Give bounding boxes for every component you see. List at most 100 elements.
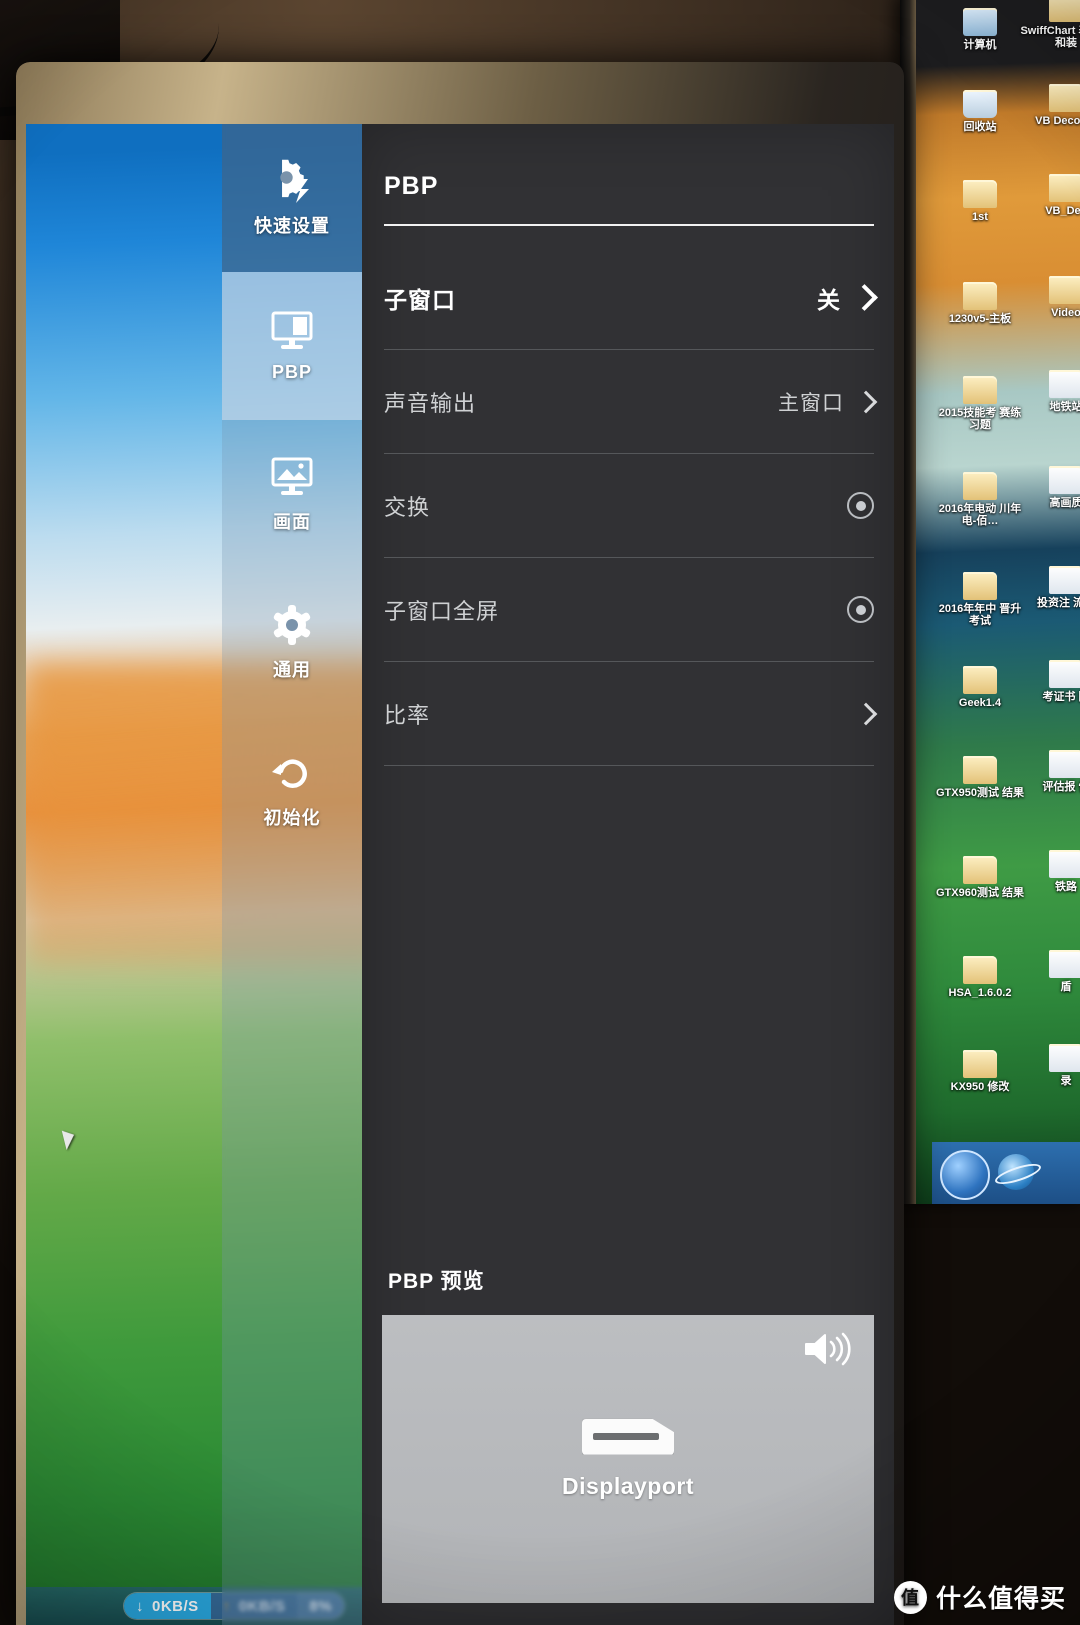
desktop-icon[interactable]: 高画质 <box>1020 466 1080 509</box>
chevron-right-icon[interactable] <box>851 284 878 311</box>
osd-row[interactable]: 交换 <box>384 454 874 558</box>
preview-source-label: Displayport <box>561 1472 695 1499</box>
desktop-icon-label: 考证书 图 <box>1042 691 1080 703</box>
desktop-icon[interactable]: 地铁站 <box>1020 370 1080 413</box>
desktop-icon[interactable]: 2016年年中 晋升考试 <box>934 572 1026 627</box>
folder-icon <box>963 756 997 784</box>
desktop-icon-label: 计算机 <box>963 39 997 51</box>
gear-bolt-icon <box>268 159 316 203</box>
sidebar-item-label: PBP <box>271 362 312 382</box>
sidebar-item-picture[interactable]: 画面 <box>222 420 362 568</box>
osd-row[interactable]: 子窗口 关 <box>384 246 878 350</box>
preview-label: PBP 预览 <box>388 1270 485 1293</box>
doc-icon <box>1049 660 1080 688</box>
osd-menu[interactable]: 快速设置 PBP 画面 通用 初始化 PBP 子窗口 关 声音输出 主窗口 交换… <box>222 124 894 1625</box>
internet-explorer-icon[interactable] <box>998 1154 1034 1190</box>
folder-icon <box>963 856 997 884</box>
desktop-icon-label: HSA_1.6.0.2 <box>948 987 1012 999</box>
desktop-icon[interactable]: 铁路 <box>1020 850 1080 893</box>
desktop-icon[interactable]: 盾 <box>1020 950 1080 993</box>
osd-row-control[interactable] <box>847 492 874 519</box>
secondary-monitor: 计算机 SwiffChart 表制作和装回收站 VB Decomp 1st VB_Dec… <box>900 0 1080 1204</box>
osd-row-label: 子窗口全屏 <box>384 598 500 624</box>
pc-icon <box>963 8 997 36</box>
osd-row-label: 声音输出 <box>384 390 477 416</box>
desktop-icon-label: 铁路 <box>1055 881 1077 893</box>
chevron-right-icon[interactable] <box>854 390 878 413</box>
desktop-icon[interactable]: 投资注 流言 <box>1020 566 1080 609</box>
desktop-icon-label: 录 <box>1060 1075 1072 1087</box>
start-orb-icon[interactable] <box>940 1150 990 1200</box>
watermark-badge-icon: 值 <box>893 1580 927 1614</box>
desktop-icon[interactable]: 2016年电动 川年电-佰… <box>934 472 1026 527</box>
sidebar-item-pbp[interactable]: PBP <box>222 272 362 420</box>
osd-row-control[interactable] <box>854 702 878 725</box>
desktop-icon-label: 2016年年中 晋升考试 <box>938 603 1022 627</box>
desktop-icon[interactable]: Video <box>1020 276 1080 319</box>
osd-row[interactable]: 子窗口全屏 <box>384 558 874 662</box>
folder-icon <box>963 282 997 310</box>
osd-row-control[interactable]: 关 <box>817 281 878 315</box>
desktop-icon-label: 地铁站 <box>1049 401 1080 413</box>
folder-icon <box>1049 84 1080 112</box>
download-speed-segment[interactable]: ↓ 0KB/S <box>124 1593 211 1619</box>
watermark-text: 什么值得买 <box>935 1585 1066 1613</box>
sidebar-item-quick-settings[interactable]: 快速设置 <box>222 124 362 272</box>
desktop-icon[interactable]: 计算机 <box>934 8 1026 51</box>
osd-row-control[interactable]: 主窗口 <box>778 387 878 417</box>
desktop-icon[interactable]: 评估报 告 <box>1020 750 1080 793</box>
desktop-icon-label: 2016年电动 川年电-佰… <box>938 503 1022 527</box>
desktop-icon-label: Geek1.4 <box>958 697 1002 709</box>
folder-icon <box>963 666 997 694</box>
folder-icon <box>963 376 997 404</box>
desktop-icon[interactable]: VB_Dec <box>1020 174 1080 217</box>
desktop-icon-label: Video <box>1051 307 1080 319</box>
radio-button-icon[interactable] <box>847 492 874 519</box>
folder-icon <box>963 472 997 500</box>
desktop-icon-label: 投资注 流言 <box>1036 597 1080 609</box>
desktop-icon[interactable]: 回收站 <box>934 90 1026 133</box>
desktop-icon[interactable]: KX950 修改 <box>934 1050 1026 1093</box>
reset-arrow-icon <box>268 751 316 795</box>
sidebar-item-general[interactable]: 通用 <box>222 568 362 716</box>
osd-option-list[interactable]: 子窗口 关声音输出 主窗口交换子窗口全屏比率 <box>384 246 878 766</box>
osd-row[interactable]: 声音输出 主窗口 <box>384 350 878 454</box>
osd-sidebar[interactable]: 快速设置 PBP 画面 通用 初始化 <box>222 124 362 1625</box>
radio-button-icon[interactable] <box>847 596 874 623</box>
osd-row-label: 子窗口 <box>384 286 456 313</box>
desktop-icon[interactable]: GTX960测试 结果 <box>934 856 1026 899</box>
watermark: 值 什么值得买 <box>893 1579 1066 1615</box>
desktop-icon[interactable]: Geek1.4 <box>934 666 1026 709</box>
osd-row-control[interactable] <box>847 596 874 623</box>
photograph-of-monitor: 计算机 SwiffChart 表制作和装回收站 VB Decomp 1st VB_Dec… <box>0 0 1080 1625</box>
sidebar-item-label: 画面 <box>273 511 311 532</box>
desktop-icon-label: 回收站 <box>963 121 997 133</box>
desktop-icon[interactable]: 1st <box>934 180 1026 223</box>
desktop-icon[interactable]: GTX950测试 结果 <box>934 756 1026 799</box>
main-monitor: ↓ 0KB/S ↑ 0KB/S 8% 快速设置 PBP 画面 通用 初始化 PB… <box>16 62 904 1625</box>
desktop-icon-label: 盾 <box>1060 981 1072 993</box>
folder-icon <box>1049 276 1080 304</box>
desktop-icon[interactable]: VB Decomp <box>1020 84 1080 127</box>
desktop-icon[interactable]: 考证书 图 <box>1020 660 1080 703</box>
gear-icon <box>268 603 316 647</box>
displayport-connector-icon <box>582 1418 674 1455</box>
desktop-icon[interactable]: HSA_1.6.0.2 <box>934 956 1026 999</box>
secondary-taskbar[interactable] <box>932 1142 1080 1204</box>
pbp-preview-panel: Displayport <box>382 1315 874 1603</box>
osd-title-divider <box>384 224 874 226</box>
split-screen-icon <box>268 309 316 353</box>
osd-row[interactable]: 比率 <box>384 662 878 766</box>
chevron-right-icon[interactable] <box>854 702 878 725</box>
desktop-icon[interactable]: 2015技能考 赛练习题 <box>934 376 1026 431</box>
desktop-icon[interactable]: 1230v5-主板 <box>934 282 1026 325</box>
download-speed-value: 0KB/S <box>152 1597 199 1615</box>
desktop-icon-label: 1st <box>972 211 988 223</box>
folder-icon <box>1049 0 1080 22</box>
desktop-icon[interactable]: SwiffChart 表制作和装 <box>1020 0 1080 49</box>
desktop-icon[interactable]: 录 <box>1020 1044 1080 1087</box>
desktop-icon-label: KX950 修改 <box>950 1081 1010 1093</box>
desktop-icon-label: GTX960测试 结果 <box>935 887 1025 899</box>
sidebar-item-reset[interactable]: 初始化 <box>222 716 362 864</box>
speaker-icon <box>802 1331 856 1367</box>
